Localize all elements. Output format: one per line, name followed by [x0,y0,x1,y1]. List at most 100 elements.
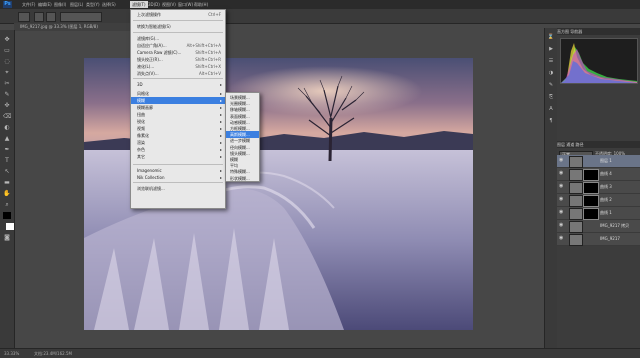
submenu-item-label: 形状模糊... [230,175,250,181]
menu-item[interactable]: 编辑(E) [36,1,54,8]
visibility-eye-icon[interactable]: ◉ [559,210,565,215]
layer-row[interactable]: ◉ IMG_9217 拷贝 [557,220,640,233]
layer-mask-thumbnail[interactable] [583,169,599,181]
option-button[interactable] [34,12,44,22]
layer-thumbnail [569,195,583,207]
filter-menu-item[interactable]: 上次滤镜操作 Ctrl+F [131,11,225,18]
submenu-arrow-icon: ▸ [219,126,222,131]
submenu-arrow-icon: ▸ [219,105,222,110]
menu-item-shortcut: Alt+Ctrl+V [199,71,221,76]
menu-item[interactable]: 类型(Y) [84,1,102,8]
healing-icon[interactable]: ✜ [3,102,11,109]
layer-row[interactable]: ◉ 曲线 2 [557,194,640,207]
filter-menu-item[interactable]: 自适应广角(A)... Alt+Shift+Ctrl+A [131,42,225,49]
layer-thumbnail [569,182,583,194]
filter-menu-item-blur[interactable]: 模糊 ▸ [131,97,225,104]
lasso-icon[interactable]: ◌ [3,58,11,65]
menu-item-label: 锐化 [137,119,145,124]
layer-thumbnail [569,156,583,168]
history-brush-icon[interactable]: ▲ [3,135,11,142]
layer-row[interactable]: ◉ 曲线 1 [557,207,640,220]
foreground-color-icon[interactable]: ■ [3,212,11,219]
blur-submenu-item[interactable]: 形状模糊... [226,175,259,182]
filter-menu-item[interactable]: 3D ▸ [131,81,225,88]
layers-panel-tabs[interactable]: 图层 通道 路径 [557,141,640,148]
menu-item[interactable]: 选择(S) [100,1,118,8]
history-icon[interactable]: ⌛ [547,34,555,41]
brush-icon[interactable]: ⌫ [3,113,11,120]
brush-panel-icon[interactable]: ✎ [547,82,555,89]
pen-icon[interactable]: ✒ [3,146,11,153]
option-button[interactable] [46,12,56,22]
histogram-panel-tabs[interactable]: 直方图 导航器 [557,28,640,35]
filter-menu-item[interactable]: 滤镜库(G)... [131,35,225,42]
layers-list: ◉ 图层 1 ◉ 曲线 4 ◉ 曲线 3 ◉ 曲线 2 ◉ 曲线 1 ◉ IMG_9217 拷贝 ◉ IM… [557,155,640,249]
filter-menu-item[interactable]: 浏览联机滤镜... [131,185,225,192]
stamp-icon[interactable]: ◐ [3,124,11,131]
menu-filter[interactable]: 滤镜(T) [130,1,148,8]
path-select-icon[interactable]: ↖ [3,168,11,175]
filter-menu-item[interactable]: 像素化 ▸ [131,132,225,139]
layer-mask-thumbnail[interactable] [583,208,599,220]
quick-select-icon[interactable]: ⌖ [3,69,11,76]
actions-icon[interactable]: ▶ [547,46,555,53]
filter-menu-item[interactable]: 视频 ▸ [131,125,225,132]
character-icon[interactable]: A [547,106,555,113]
filter-menu-item[interactable]: 渲染 ▸ [131,139,225,146]
filter-menu-item[interactable]: 锐化 ▸ [131,118,225,125]
hand-icon[interactable]: ✋ [3,190,11,197]
visibility-eye-icon[interactable]: ◉ [559,184,565,189]
crop-icon[interactable]: ✂ [3,80,11,87]
filter-menu-item[interactable]: 杂色 ▸ [131,146,225,153]
background-color-icon[interactable]: □ [6,223,14,230]
tool-preset-picker[interactable] [18,12,30,22]
filter-menu-item[interactable]: Nik Collection ▸ [131,174,225,181]
layer-thumbnail [569,221,583,233]
visibility-eye-icon[interactable]: ◉ [559,197,565,202]
properties-icon[interactable]: ☰ [547,58,555,65]
visibility-eye-icon[interactable]: ◉ [559,171,565,176]
filter-menu-item[interactable]: Imagenomic ▸ [131,167,225,174]
visibility-eye-icon[interactable]: ◉ [559,223,565,228]
type-icon[interactable]: T [3,157,11,164]
filter-menu-item[interactable]: 扭曲 ▸ [131,111,225,118]
menu-item-label: 滤镜库(G)... [137,36,160,41]
photoshop-logo-icon: Ps [3,1,12,8]
layer-mask-thumbnail[interactable] [583,195,599,207]
filter-menu-item[interactable]: 模糊画廊 ▸ [131,104,225,111]
shape-icon[interactable]: ▬ [3,179,11,186]
menu-item-label: 视频 [137,126,145,131]
option-field[interactable] [60,12,102,22]
eyedropper-icon[interactable]: ✎ [3,91,11,98]
filter-menu-item[interactable]: Camera Raw 滤镜(C)... Shift+Ctrl+A [131,49,225,56]
filter-menu-item[interactable]: 液化(L)... Shift+Ctrl+X [131,63,225,70]
layer-name: IMG_9217 拷贝 [600,223,630,228]
filter-menu-item[interactable]: 消失点(V)... Alt+Ctrl+V [131,70,225,77]
menu-item[interactable]: 文件(F) [20,1,37,8]
quick-mask-icon[interactable]: ◙ [3,234,11,241]
filter-menu-item[interactable]: 转换为智能滤镜(S) [131,23,225,30]
menu-item[interactable]: 帮助(H) [192,1,210,8]
move-icon[interactable]: ✥ [3,36,11,43]
adjustments-icon[interactable]: ◑ [547,70,555,77]
submenu-arrow-icon: ▸ [219,119,222,124]
visibility-eye-icon[interactable]: ◉ [559,236,565,241]
filter-menu-item[interactable]: 其它 ▸ [131,153,225,160]
layer-row[interactable]: ◉ IMG_9217 [557,233,640,246]
marquee-icon[interactable]: ▭ [3,47,11,54]
visibility-eye-icon[interactable]: ◉ [559,158,565,163]
layer-row[interactable]: ◉ 图层 1 [557,155,640,168]
layer-thumbnail [569,208,583,220]
zoom-icon[interactable]: ⌕ [3,201,11,208]
filter-menu-item[interactable]: 风格化 ▸ [131,90,225,97]
submenu-arrow-icon: ▸ [219,133,222,138]
menu-item[interactable]: 图层(L) [68,1,85,8]
paragraph-icon[interactable]: ¶ [547,118,555,125]
clone-source-icon[interactable]: ⎘ [547,94,555,101]
menu-item-label: 渲染 [137,140,145,145]
layer-mask-thumbnail[interactable] [583,182,599,194]
menu-item[interactable]: 图像(I) [52,1,68,8]
layer-row[interactable]: ◉ 曲线 4 [557,168,640,181]
layer-row[interactable]: ◉ 曲线 3 [557,181,640,194]
filter-menu-item[interactable]: 镜头校正(R)... Shift+Ctrl+R [131,56,225,63]
